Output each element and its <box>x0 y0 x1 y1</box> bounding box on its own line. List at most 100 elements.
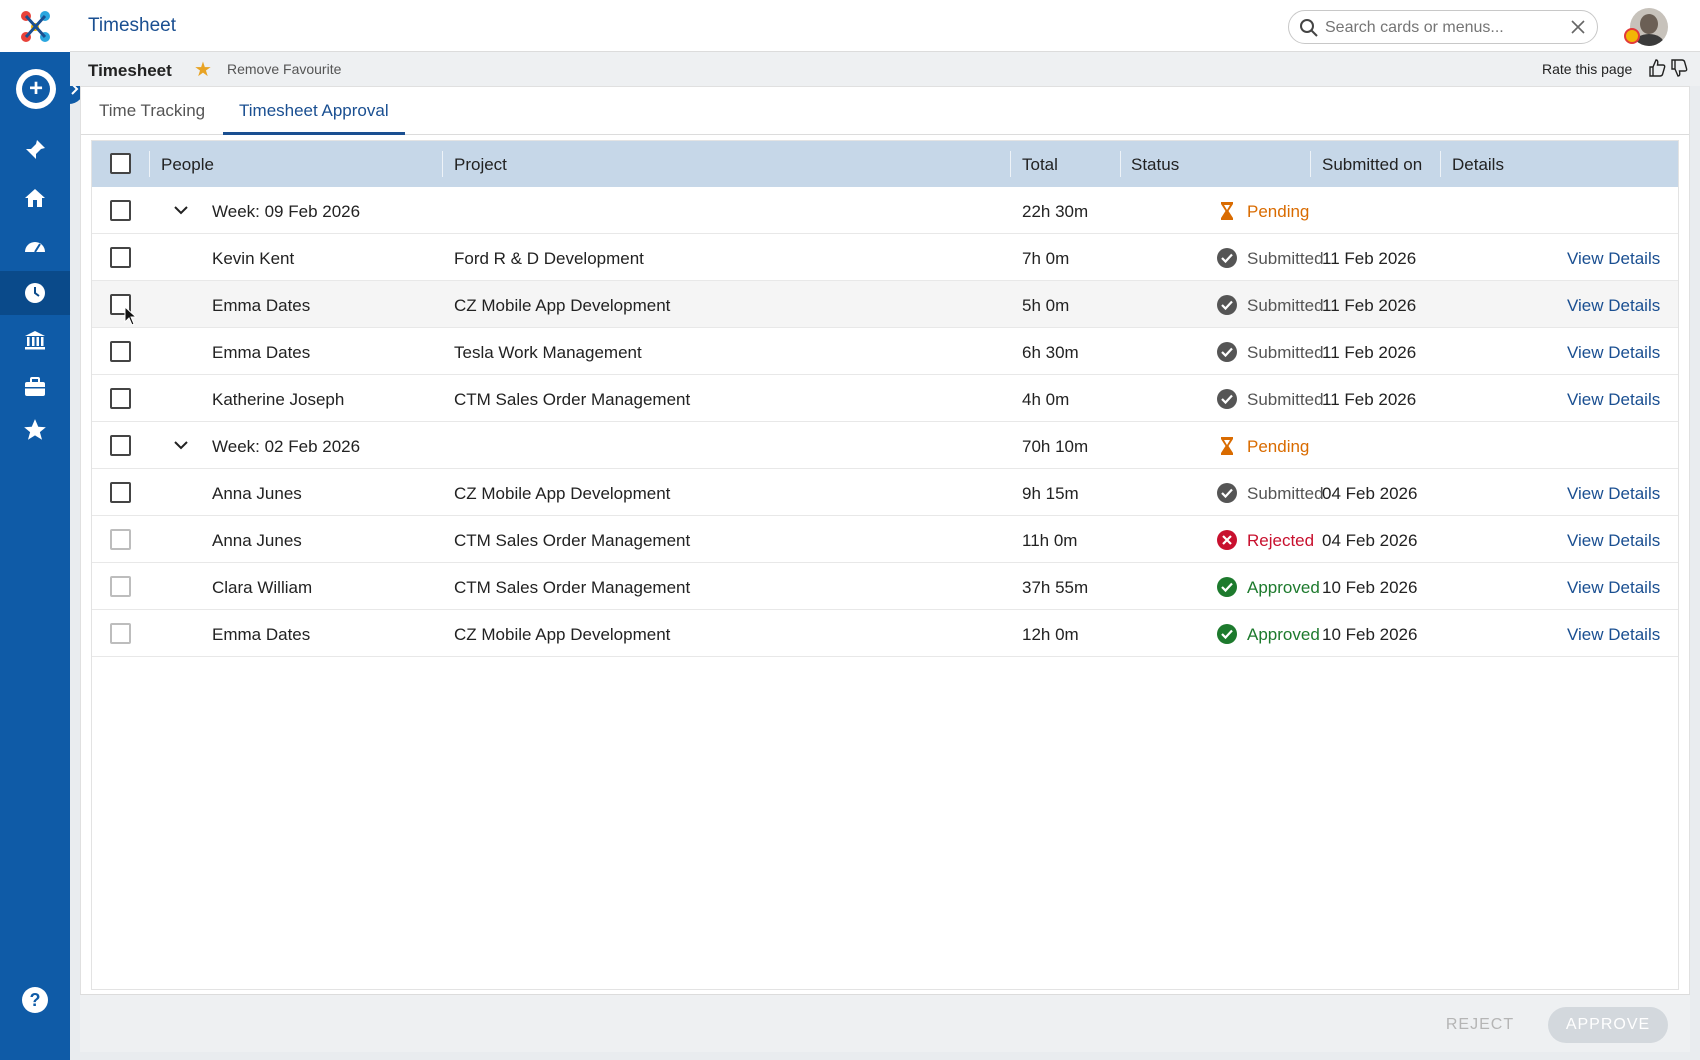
approve-button[interactable]: APPROVE <box>1548 1007 1668 1043</box>
submitted-on-cell: 04 Feb 2026 <box>1322 484 1418 503</box>
search-icon <box>1300 19 1318 37</box>
submitted-on-cell: 11 Feb 2026 <box>1322 343 1417 362</box>
nav-dashboard[interactable] <box>0 224 70 268</box>
table-row[interactable]: Anna Junes CTM Sales Order Management 11… <box>92 516 1678 563</box>
plus-icon: + <box>22 75 50 103</box>
clock-icon <box>25 283 45 303</box>
header-people[interactable]: People <box>161 155 214 175</box>
table-row[interactable]: Katherine Joseph CTM Sales Order Managem… <box>92 375 1678 422</box>
action-footer: REJECT APPROVE <box>80 994 1690 1052</box>
total-cell: 12h 0m <box>1022 625 1079 644</box>
table-row[interactable]: Clara William CTM Sales Order Management… <box>92 563 1678 610</box>
total-cell: 4h 0m <box>1022 390 1070 409</box>
person-cell: Anna Junes <box>212 531 302 550</box>
hourglass-icon <box>1221 202 1233 220</box>
person-cell: Emma Dates <box>212 343 311 362</box>
table-row[interactable]: Anna Junes CZ Mobile App Development 9h … <box>92 469 1678 516</box>
week-group-row[interactable]: Week: 09 Feb 2026 22h 30m Pending <box>92 187 1678 234</box>
check-circle-icon <box>1217 295 1237 315</box>
status-label: Approved <box>1247 625 1320 644</box>
main-panel: Time Tracking Timesheet Approval People … <box>80 86 1690 1046</box>
total-cell: 7h 0m <box>1022 249 1070 268</box>
create-button[interactable]: + <box>16 69 56 109</box>
view-details-link[interactable]: View Details <box>1567 249 1660 269</box>
search-box[interactable] <box>1288 10 1598 44</box>
row-checkbox[interactable] <box>110 341 131 362</box>
row-checkbox[interactable] <box>110 529 131 550</box>
select-all-checkbox[interactable] <box>110 153 131 174</box>
row-checkbox[interactable] <box>110 576 131 597</box>
search-input[interactable] <box>1325 17 1555 39</box>
reject-button[interactable]: REJECT <box>1430 1007 1530 1043</box>
view-details-link[interactable]: View Details <box>1567 390 1660 410</box>
help-icon[interactable]: ? <box>22 987 48 1013</box>
row-checkbox[interactable] <box>110 435 131 456</box>
row-checkbox[interactable] <box>110 388 131 409</box>
star-icon <box>24 419 46 440</box>
row-checkbox[interactable] <box>110 200 131 221</box>
tab-timesheet-approval[interactable]: Timesheet Approval <box>223 101 405 135</box>
nav-pinned[interactable] <box>0 128 70 172</box>
submitted-on-cell: 04 Feb 2026 <box>1322 531 1418 550</box>
nav-home[interactable] <box>0 176 70 220</box>
nav-timesheet[interactable] <box>0 271 70 315</box>
nav-favourites[interactable] <box>0 408 70 452</box>
check-circle-icon <box>1217 248 1237 268</box>
person-cell: Emma Dates <box>212 625 311 644</box>
table-row[interactable]: Emma Dates CZ Mobile App Development 12h… <box>92 610 1678 657</box>
top-bar: Timesheet <box>70 0 1700 52</box>
approval-table: People Project Total Status Submitted on… <box>91 140 1679 990</box>
nav-projects[interactable] <box>0 365 70 409</box>
project-cell: Tesla Work Management <box>454 343 642 362</box>
approved-check-icon <box>1217 624 1237 644</box>
nav-finance[interactable] <box>0 318 70 362</box>
row-checkbox[interactable] <box>110 623 131 644</box>
rate-page-label: Rate this page <box>1542 61 1633 77</box>
close-icon[interactable] <box>1569 18 1587 36</box>
total-cell: 11h 0m <box>1022 531 1078 550</box>
person-cell: Anna Junes <box>212 484 302 503</box>
project-cell: CTM Sales Order Management <box>454 578 691 597</box>
hourglass-icon <box>1221 437 1233 455</box>
table-header: People Project Total Status Submitted on… <box>92 141 1678 187</box>
total-cell: 37h 55m <box>1022 578 1089 597</box>
speedometer-icon <box>25 242 45 253</box>
header-total[interactable]: Total <box>1022 155 1058 175</box>
row-checkbox[interactable] <box>110 247 131 268</box>
table-row[interactable]: Emma Dates Tesla Work Management 6h 30m … <box>92 328 1678 375</box>
total-cell: 22h 30m <box>1022 202 1089 221</box>
view-details-link[interactable]: View Details <box>1567 484 1660 504</box>
thumbs-down-icon[interactable] <box>1670 58 1688 78</box>
favourite-star-icon[interactable]: ★ <box>194 57 212 82</box>
view-details-link[interactable]: View Details <box>1567 578 1660 598</box>
status-label: Rejected <box>1247 531 1315 550</box>
home-icon <box>25 189 45 207</box>
bank-icon <box>25 331 45 350</box>
header-status[interactable]: Status <box>1131 155 1179 175</box>
week-label: Week: 09 Feb 2026 <box>212 202 361 221</box>
total-cell: 70h 10m <box>1022 437 1089 456</box>
view-details-link[interactable]: View Details <box>1567 343 1660 363</box>
remove-favourite-link[interactable]: Remove Favourite <box>227 61 341 77</box>
chevron-down-icon[interactable] <box>172 201 190 219</box>
app-logo[interactable] <box>0 0 70 52</box>
status-label: Submitted <box>1247 343 1324 362</box>
row-checkbox[interactable] <box>110 482 131 503</box>
thumbs-up-icon[interactable] <box>1648 58 1666 78</box>
view-details-link[interactable]: View Details <box>1567 625 1660 645</box>
person-cell: Katherine Joseph <box>212 390 345 409</box>
table-row[interactable]: Emma Dates CZ Mobile App Development 5h … <box>92 281 1678 328</box>
tab-time-tracking[interactable]: Time Tracking <box>83 101 221 135</box>
table-row[interactable]: Kevin Kent Ford R & D Development 7h 0m … <box>92 234 1678 281</box>
header-submitted-on[interactable]: Submitted on <box>1322 155 1422 175</box>
view-details-link[interactable]: View Details <box>1567 531 1660 551</box>
week-group-row[interactable]: Week: 02 Feb 2026 70h 10m Pending <box>92 422 1678 469</box>
status-label: Submitted <box>1247 484 1324 503</box>
view-details-link[interactable]: View Details <box>1567 296 1660 316</box>
status-label: Submitted <box>1247 296 1324 315</box>
header-project[interactable]: Project <box>454 155 507 175</box>
submitted-on-cell: 11 Feb 2026 <box>1322 390 1417 409</box>
header-details[interactable]: Details <box>1452 155 1504 175</box>
status-label: Pending <box>1247 437 1310 456</box>
chevron-down-icon[interactable] <box>172 436 190 454</box>
